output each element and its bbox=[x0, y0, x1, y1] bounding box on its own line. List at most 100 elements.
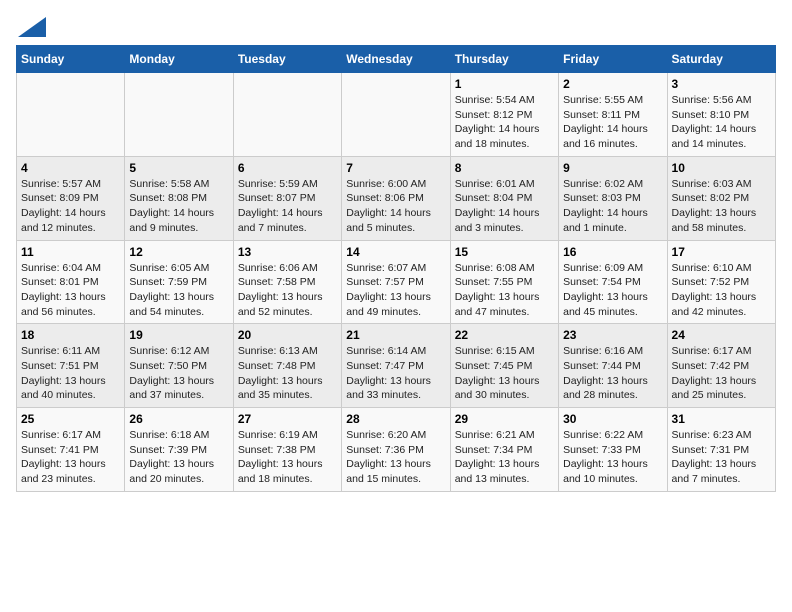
day-number: 14 bbox=[346, 245, 445, 259]
calendar-cell: 4 Sunrise: 5:57 AM Sunset: 8:09 PM Daylig… bbox=[17, 156, 125, 240]
page-header bbox=[16, 16, 776, 37]
calendar-cell: 31 Sunrise: 6:23 AM Sunset: 7:31 PM Dayli… bbox=[667, 408, 775, 492]
day-number: 4 bbox=[21, 161, 120, 175]
day-number: 8 bbox=[455, 161, 554, 175]
day-number: 16 bbox=[563, 245, 662, 259]
logo-icon bbox=[18, 17, 46, 37]
calendar-cell: 10 Sunrise: 6:03 AM Sunset: 8:02 PM Dayli… bbox=[667, 156, 775, 240]
day-info: Sunrise: 6:09 AM Sunset: 7:54 PM Dayligh… bbox=[563, 261, 662, 320]
calendar-week-1: 1 Sunrise: 5:54 AM Sunset: 8:12 PM Daylig… bbox=[17, 73, 776, 157]
day-info: Sunrise: 6:01 AM Sunset: 8:04 PM Dayligh… bbox=[455, 177, 554, 236]
calendar-cell: 19 Sunrise: 6:12 AM Sunset: 7:50 PM Dayli… bbox=[125, 324, 233, 408]
calendar-cell: 7 Sunrise: 6:00 AM Sunset: 8:06 PM Daylig… bbox=[342, 156, 450, 240]
calendar-table: SundayMondayTuesdayWednesdayThursdayFrid… bbox=[16, 45, 776, 492]
calendar-week-5: 25Sunrise: 6:17 AM Sunset: 7:41 PM Dayli… bbox=[17, 408, 776, 492]
day-info: Sunrise: 6:00 AM Sunset: 8:06 PM Dayligh… bbox=[346, 177, 445, 236]
day-info: Sunrise: 6:21 AM Sunset: 7:34 PM Dayligh… bbox=[455, 428, 554, 487]
day-info: Sunrise: 6:07 AM Sunset: 7:57 PM Dayligh… bbox=[346, 261, 445, 320]
header-saturday: Saturday bbox=[667, 46, 775, 73]
day-number: 30 bbox=[563, 412, 662, 426]
day-info: Sunrise: 5:54 AM Sunset: 8:12 PM Dayligh… bbox=[455, 93, 554, 152]
day-number: 5 bbox=[129, 161, 228, 175]
calendar-cell: 30 Sunrise: 6:22 AM Sunset: 7:33 PM Dayli… bbox=[559, 408, 667, 492]
day-number: 18 bbox=[21, 328, 120, 342]
calendar-week-4: 18 Sunrise: 6:11 AM Sunset: 7:51 PM Dayli… bbox=[17, 324, 776, 408]
day-number: 20 bbox=[238, 328, 337, 342]
header-tuesday: Tuesday bbox=[233, 46, 341, 73]
day-info: Sunrise: 6:22 AM Sunset: 7:33 PM Dayligh… bbox=[563, 428, 662, 487]
day-number: 24 bbox=[672, 328, 771, 342]
day-number: 12 bbox=[129, 245, 228, 259]
header-friday: Friday bbox=[559, 46, 667, 73]
day-info: Sunrise: 5:57 AM Sunset: 8:09 PM Dayligh… bbox=[21, 177, 120, 236]
day-info: Sunrise: 6:15 AM Sunset: 7:45 PM Dayligh… bbox=[455, 344, 554, 403]
calendar-cell: 22 Sunrise: 6:15 AM Sunset: 7:45 PM Dayli… bbox=[450, 324, 558, 408]
day-number: 26 bbox=[129, 412, 228, 426]
day-info: Sunrise: 6:02 AM Sunset: 8:03 PM Dayligh… bbox=[563, 177, 662, 236]
calendar-cell: 29 Sunrise: 6:21 AM Sunset: 7:34 PM Dayli… bbox=[450, 408, 558, 492]
day-info: Sunrise: 6:17 AM Sunset: 7:42 PM Dayligh… bbox=[672, 344, 771, 403]
calendar-cell bbox=[17, 73, 125, 157]
day-number: 21 bbox=[346, 328, 445, 342]
day-info: Sunrise: 6:03 AM Sunset: 8:02 PM Dayligh… bbox=[672, 177, 771, 236]
calendar-cell: 20 Sunrise: 6:13 AM Sunset: 7:48 PM Dayli… bbox=[233, 324, 341, 408]
calendar-cell: 1 Sunrise: 5:54 AM Sunset: 8:12 PM Daylig… bbox=[450, 73, 558, 157]
day-number: 10 bbox=[672, 161, 771, 175]
day-number: 19 bbox=[129, 328, 228, 342]
calendar-cell: 24 Sunrise: 6:17 AM Sunset: 7:42 PM Dayli… bbox=[667, 324, 775, 408]
calendar-cell: 28Sunrise: 6:20 AM Sunset: 7:36 PM Dayli… bbox=[342, 408, 450, 492]
calendar-cell bbox=[125, 73, 233, 157]
calendar-cell bbox=[233, 73, 341, 157]
calendar-cell: 16 Sunrise: 6:09 AM Sunset: 7:54 PM Dayli… bbox=[559, 240, 667, 324]
day-number: 7 bbox=[346, 161, 445, 175]
calendar-cell: 12 Sunrise: 6:05 AM Sunset: 7:59 PM Dayli… bbox=[125, 240, 233, 324]
calendar-cell: 5Sunrise: 5:58 AM Sunset: 8:08 PM Daylig… bbox=[125, 156, 233, 240]
day-number: 25 bbox=[21, 412, 120, 426]
day-number: 17 bbox=[672, 245, 771, 259]
day-number: 13 bbox=[238, 245, 337, 259]
header-sunday: Sunday bbox=[17, 46, 125, 73]
day-number: 29 bbox=[455, 412, 554, 426]
day-number: 1 bbox=[455, 77, 554, 91]
day-number: 31 bbox=[672, 412, 771, 426]
day-number: 3 bbox=[672, 77, 771, 91]
day-number: 6 bbox=[238, 161, 337, 175]
calendar-cell: 26 Sunrise: 6:18 AM Sunset: 7:39 PM Dayli… bbox=[125, 408, 233, 492]
calendar-cell: 9 Sunrise: 6:02 AM Sunset: 8:03 PM Daylig… bbox=[559, 156, 667, 240]
day-info: Sunrise: 6:20 AM Sunset: 7:36 PM Dayligh… bbox=[346, 428, 445, 487]
day-number: 11 bbox=[21, 245, 120, 259]
day-info: Sunrise: 6:14 AM Sunset: 7:47 PM Dayligh… bbox=[346, 344, 445, 403]
day-number: 22 bbox=[455, 328, 554, 342]
calendar-cell: 8 Sunrise: 6:01 AM Sunset: 8:04 PM Daylig… bbox=[450, 156, 558, 240]
day-info: Sunrise: 6:13 AM Sunset: 7:48 PM Dayligh… bbox=[238, 344, 337, 403]
calendar-week-2: 4 Sunrise: 5:57 AM Sunset: 8:09 PM Daylig… bbox=[17, 156, 776, 240]
calendar-cell: 18 Sunrise: 6:11 AM Sunset: 7:51 PM Dayli… bbox=[17, 324, 125, 408]
day-info: Sunrise: 6:18 AM Sunset: 7:39 PM Dayligh… bbox=[129, 428, 228, 487]
day-info: Sunrise: 5:59 AM Sunset: 8:07 PM Dayligh… bbox=[238, 177, 337, 236]
calendar-cell: 15Sunrise: 6:08 AM Sunset: 7:55 PM Dayli… bbox=[450, 240, 558, 324]
day-info: Sunrise: 6:11 AM Sunset: 7:51 PM Dayligh… bbox=[21, 344, 120, 403]
calendar-cell: 6 Sunrise: 5:59 AM Sunset: 8:07 PM Daylig… bbox=[233, 156, 341, 240]
day-number: 2 bbox=[563, 77, 662, 91]
day-info: Sunrise: 6:06 AM Sunset: 7:58 PM Dayligh… bbox=[238, 261, 337, 320]
calendar-cell: 14 Sunrise: 6:07 AM Sunset: 7:57 PM Dayli… bbox=[342, 240, 450, 324]
calendar-cell: 3Sunrise: 5:56 AM Sunset: 8:10 PM Daylig… bbox=[667, 73, 775, 157]
calendar-cell: 27Sunrise: 6:19 AM Sunset: 7:38 PM Dayli… bbox=[233, 408, 341, 492]
header-monday: Monday bbox=[125, 46, 233, 73]
day-info: Sunrise: 6:04 AM Sunset: 8:01 PM Dayligh… bbox=[21, 261, 120, 320]
logo bbox=[16, 16, 46, 37]
calendar-cell bbox=[342, 73, 450, 157]
day-info: Sunrise: 6:23 AM Sunset: 7:31 PM Dayligh… bbox=[672, 428, 771, 487]
day-number: 9 bbox=[563, 161, 662, 175]
calendar-week-3: 11 Sunrise: 6:04 AM Sunset: 8:01 PM Dayli… bbox=[17, 240, 776, 324]
header-wednesday: Wednesday bbox=[342, 46, 450, 73]
day-info: Sunrise: 6:19 AM Sunset: 7:38 PM Dayligh… bbox=[238, 428, 337, 487]
calendar-cell: 11 Sunrise: 6:04 AM Sunset: 8:01 PM Dayli… bbox=[17, 240, 125, 324]
day-info: Sunrise: 6:16 AM Sunset: 7:44 PM Dayligh… bbox=[563, 344, 662, 403]
day-info: Sunrise: 6:08 AM Sunset: 7:55 PM Dayligh… bbox=[455, 261, 554, 320]
calendar-header-row: SundayMondayTuesdayWednesdayThursdayFrid… bbox=[17, 46, 776, 73]
calendar-cell: 2Sunrise: 5:55 AM Sunset: 8:11 PM Daylig… bbox=[559, 73, 667, 157]
day-info: Sunrise: 6:05 AM Sunset: 7:59 PM Dayligh… bbox=[129, 261, 228, 320]
calendar-cell: 21 Sunrise: 6:14 AM Sunset: 7:47 PM Dayli… bbox=[342, 324, 450, 408]
day-info: Sunrise: 6:12 AM Sunset: 7:50 PM Dayligh… bbox=[129, 344, 228, 403]
